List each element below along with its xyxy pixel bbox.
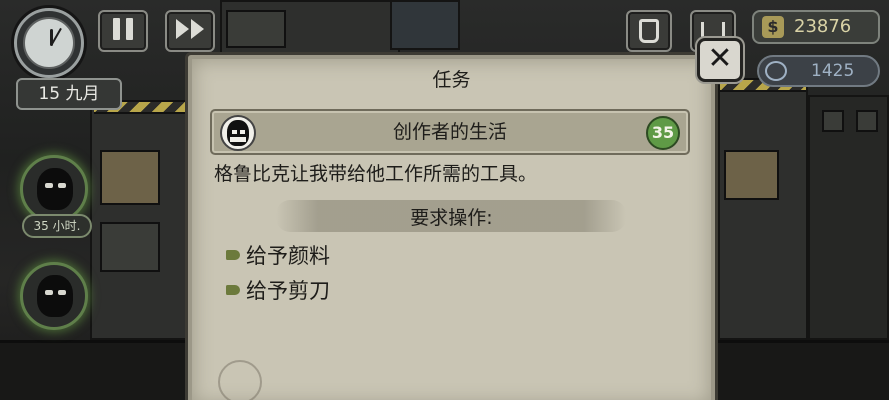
quest-reward-badge: 35 (646, 116, 680, 150)
quest-name: 创作者的生活 (392, 121, 507, 143)
building-window (822, 110, 844, 132)
date-day: 15 (38, 84, 61, 104)
building-window (724, 150, 779, 200)
token-counter: 1425 (757, 55, 880, 87)
dollar-icon: $ (762, 16, 784, 38)
character-silhouette (37, 168, 73, 210)
fast-forward-icon (175, 19, 205, 43)
requirement-label: 给予颜料 (246, 244, 330, 268)
dialog-title: 任务 (432, 69, 471, 91)
building-window (856, 110, 878, 132)
building-window (100, 150, 160, 205)
requirements-title: 要求操作: (410, 207, 493, 229)
money-value: 23876 (794, 16, 852, 37)
fast-forward-button[interactable] (165, 10, 215, 52)
right-building (718, 85, 808, 340)
pause-icon (110, 18, 136, 44)
character-portrait[interactable] (20, 155, 88, 223)
building-window (226, 10, 286, 48)
arrow-bullet-icon (226, 250, 240, 260)
date-month: 九月 (65, 84, 100, 104)
token-value: 1425 (811, 61, 855, 81)
building-window (100, 222, 160, 272)
character-silhouette (37, 275, 73, 317)
clock-icon (14, 8, 84, 78)
requirement-label: 给予剪刀 (246, 279, 330, 303)
quest-dialog: 任务 创作者的生活 35 格鲁比克让我带给他工作所需的工具。 要求操作: 给予颜… (185, 52, 718, 400)
quest-header: 创作者的生活 35 (210, 109, 690, 155)
bag-icon (639, 19, 659, 43)
character-portrait[interactable] (20, 262, 88, 330)
token-icon (765, 61, 787, 81)
clock-face (23, 17, 75, 69)
close-button[interactable]: ✕ (697, 38, 743, 82)
money-counter: $ 23876 (752, 10, 880, 44)
emblem-icon (218, 360, 262, 400)
quest-description: 格鲁比克让我带给他工作所需的工具。 (214, 163, 538, 185)
arrow-bullet-icon (226, 285, 240, 295)
pause-button[interactable] (98, 10, 148, 52)
character-timer: 35 小时. (22, 214, 92, 238)
tower-building (390, 0, 460, 50)
requirement-item: 给予颜料 (226, 240, 330, 270)
inventory-button[interactable] (626, 10, 672, 52)
requirement-item: 给予剪刀 (226, 275, 330, 305)
date-display: 15 九月 (16, 78, 122, 110)
